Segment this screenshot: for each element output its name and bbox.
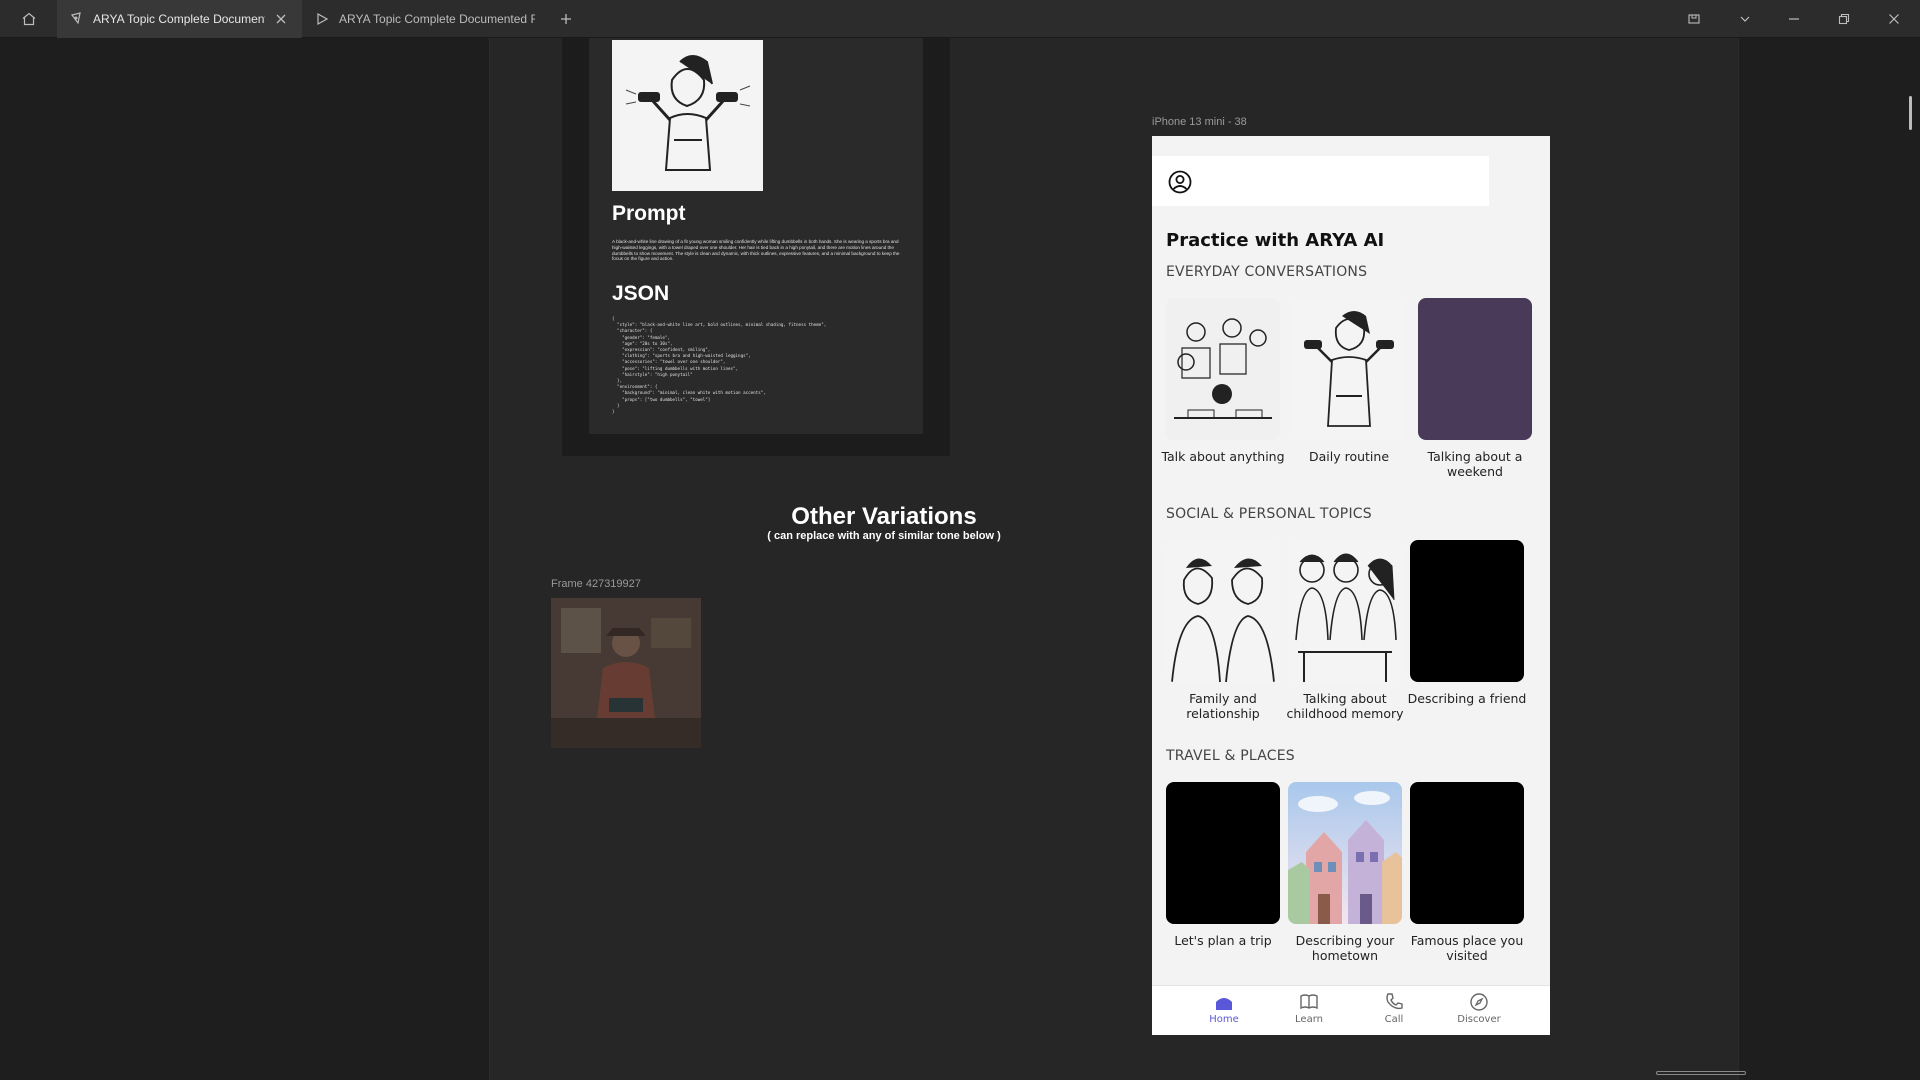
restore-button[interactable] [1824,0,1864,38]
page-title: Practice with ARYA AI [1166,230,1385,251]
home-button[interactable] [0,0,57,38]
nav-label: Discover [1457,1014,1501,1025]
nav-call[interactable]: Call [1364,992,1424,1025]
nav-discover[interactable]: Discover [1449,992,1509,1025]
restore-icon [1838,13,1850,25]
phone-screen[interactable]: Practice with ARYA AI EVERYDAY CONVERSAT… [1152,136,1550,1035]
phone-icon [1386,993,1403,1010]
frame-thumbnail[interactable] [551,598,701,748]
card-label: Daily routine [1308,449,1390,464]
design-file-icon [69,12,83,26]
card-label: Famous place you visited [1410,933,1524,963]
json-text: { "style": "black-and-white line art, bo… [612,316,827,415]
json-heading: JSON [612,282,670,305]
left-sidebar [0,38,490,1080]
minimize-icon [1789,18,1799,20]
close-window-button[interactable] [1874,0,1914,38]
variations-subtitle: ( can replace with any of similar tone b… [767,530,1001,542]
card-label: Talking about childhood memory [1286,691,1404,721]
card-label: Describing your hometown [1295,933,1395,963]
minimize-button[interactable] [1774,0,1814,38]
save-indicator[interactable] [1674,0,1714,38]
play-icon [315,12,329,26]
card-label: Family and relationship [1186,691,1260,721]
nav-label: Learn [1295,1014,1323,1025]
prompt-text: A black-and-white line drawing of a fit … [612,239,900,262]
title-bar: ARYA Topic Complete Documented File ARYA… [0,0,1920,38]
app-header [1152,156,1489,206]
card-label: Describing a friend [1407,691,1527,706]
topic-card-childhood[interactable] [1288,540,1402,682]
nav-label: Call [1384,1014,1404,1025]
compass-icon [1470,993,1488,1011]
nav-home[interactable]: Home [1194,992,1254,1025]
design-canvas[interactable]: Prompt A black-and-white line drawing of… [490,38,1738,1080]
new-tab-button[interactable] [556,9,576,29]
tabs-dropdown-button[interactable] [1725,0,1765,38]
horizontal-scrollbar[interactable] [1656,1071,1746,1075]
close-icon [1889,14,1899,24]
topic-card-weekend[interactable] [1418,298,1532,440]
topic-card-family[interactable] [1166,540,1280,682]
woman-dumbbells-illustration[interactable] [612,40,763,191]
home-icon [1216,998,1232,1010]
window-icon [1688,14,1700,24]
topic-card-friend[interactable] [1410,540,1524,682]
book-icon [1300,994,1318,1010]
profile-icon[interactable] [1168,170,1192,194]
tab-document-1[interactable]: ARYA Topic Complete Documented File [57,0,302,38]
topic-card-hometown[interactable] [1288,782,1402,924]
tab-label: ARYA Topic Complete Documented File [93,12,265,26]
vertical-scrollbar[interactable] [1909,96,1912,130]
variations-title: Other Variations [791,503,977,530]
section-heading: EVERYDAY CONVERSATIONS [1166,264,1368,280]
topic-card-plan-trip[interactable] [1166,782,1280,924]
plus-icon [561,14,571,24]
nav-label: Home [1209,1014,1239,1025]
topic-card-famous-place[interactable] [1410,782,1524,924]
section-heading: SOCIAL & PERSONAL TOPICS [1166,506,1372,522]
topic-card-daily-routine[interactable] [1292,298,1406,440]
bottom-navigation: Home Learn Call Discover [1152,985,1550,1035]
phone-frame-label[interactable]: iPhone 13 mini - 38 [1152,116,1247,128]
card-label: Let's plan a trip [1174,933,1272,948]
close-icon[interactable] [275,13,287,25]
frame-label[interactable]: Frame 427319927 [551,578,641,590]
card-label: Talk about anything [1161,449,1285,464]
nav-learn[interactable]: Learn [1279,992,1339,1025]
tab-document-2[interactable]: ARYA Topic Complete Documented File [303,0,548,38]
tab-label: ARYA Topic Complete Documented File [339,12,535,26]
chevron-down-icon [1740,16,1750,22]
topic-card-talk-about-anything[interactable] [1166,298,1280,440]
prompt-heading: Prompt [612,202,686,225]
right-sidebar [1738,38,1920,1080]
home-icon [22,12,35,26]
section-heading: TRAVEL & PLACES [1166,748,1295,764]
card-label: Talking about a weekend [1427,449,1523,479]
